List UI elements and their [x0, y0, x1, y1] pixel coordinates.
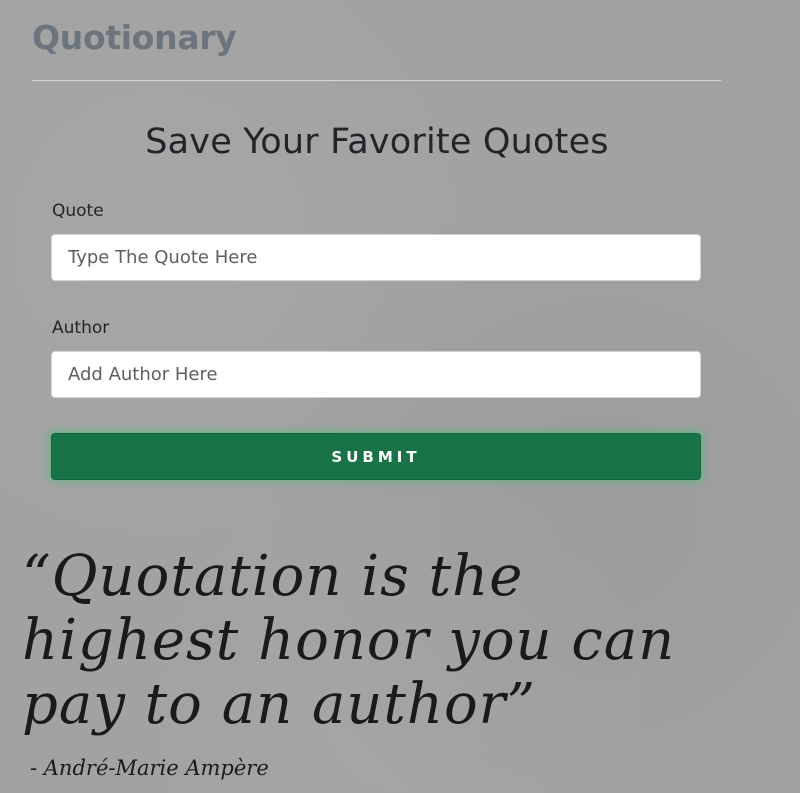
author-label: Author	[52, 318, 110, 338]
header-divider	[32, 80, 721, 81]
quote-input[interactable]	[51, 234, 701, 281]
featured-quote-attribution: - André-Marie Ampère	[30, 756, 269, 780]
page-title: Save Your Favorite Quotes	[145, 122, 609, 162]
quote-label: Quote	[52, 201, 104, 221]
featured-quote-text: “Quotation is the highest honor you can …	[22, 544, 676, 737]
submit-button[interactable]: SUBMIT	[51, 433, 701, 480]
author-input[interactable]	[51, 351, 701, 398]
brand-logo[interactable]: Quotionary	[32, 18, 237, 57]
